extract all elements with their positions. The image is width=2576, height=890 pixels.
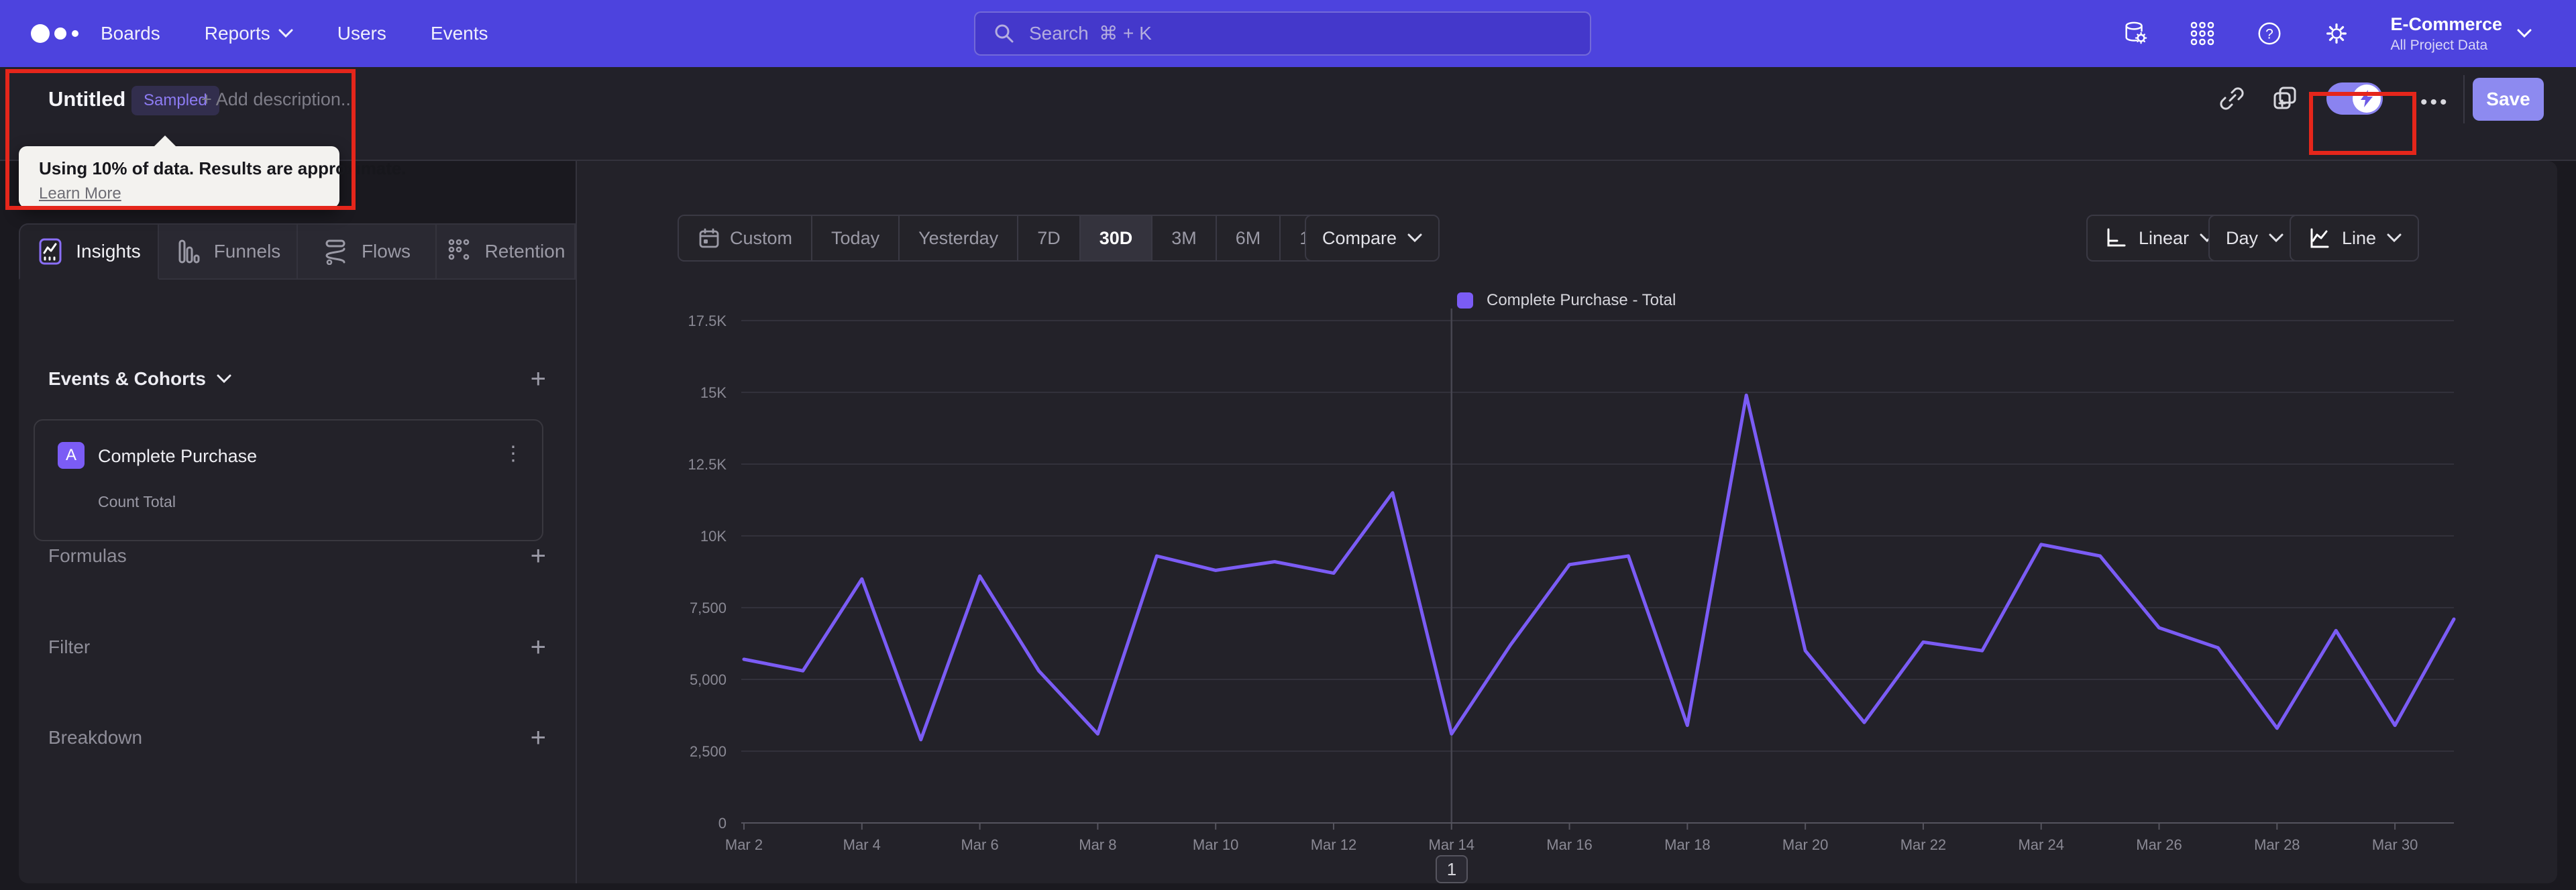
y-axis-label: 5,000 (690, 671, 727, 688)
x-axis-label: Mar 4 (843, 836, 881, 853)
x-axis-label: Mar 18 (1664, 836, 1710, 853)
x-axis-label: Mar 10 (1193, 836, 1238, 853)
x-axis-label: Mar 8 (1079, 836, 1116, 853)
line-chart[interactable]: 0 2,500 5,000 7,500 10K 12.5K 15K 17.5K Mar 2 Mar… (0, 0, 2576, 890)
x-axis-label: Mar 14 (1429, 836, 1474, 853)
y-axis-label: 12.5K (688, 456, 727, 473)
tooltip-text: Using 10% of data. Results are approxima… (39, 158, 407, 178)
x-axis-label: Mar 30 (2372, 836, 2418, 853)
y-axis-label: 0 (718, 815, 727, 832)
x-axis-label: Mar 22 (1900, 836, 1946, 853)
x-axis-label: Mar 6 (961, 836, 998, 853)
x-axis-label: Mar 16 (1546, 836, 1592, 853)
y-axis-label: 10K (700, 528, 727, 545)
series-line[interactable] (742, 393, 2456, 742)
x-axis-label: Mar 2 (725, 836, 763, 853)
y-axis-label: 17.5K (688, 313, 727, 329)
x-axis-label: Mar 26 (2136, 836, 2182, 853)
x-axis-label: Mar 28 (2254, 836, 2300, 853)
mixpanel-insights-app: Boards Reports Users Events Search ⌘ + K… (0, 0, 2576, 890)
x-axis-label: Mar 24 (2018, 836, 2063, 853)
x-axis-label: Mar 20 (1782, 836, 1828, 853)
page-1-button[interactable]: 1 (1436, 855, 1468, 883)
y-axis-label: 15K (700, 384, 727, 401)
learn-more-link[interactable]: Learn More (39, 184, 121, 203)
y-axis-label: 7,500 (690, 600, 727, 616)
sampling-tooltip: Using 10% of data. Results are approxima… (19, 135, 407, 208)
x-axis-label: Mar 12 (1311, 836, 1356, 853)
y-axis-label: 2,500 (690, 743, 727, 760)
